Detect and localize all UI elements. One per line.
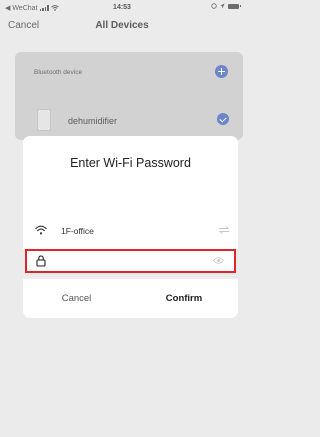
status-right (211, 3, 241, 9)
dialog-footer: Cancel Confirm (23, 278, 238, 318)
wifi-network-row: 1F-office (35, 225, 230, 239)
eye-icon[interactable] (213, 256, 224, 265)
battery-icon (228, 3, 241, 9)
nav-bar: Cancel All Devices (0, 16, 244, 38)
status-time: 14:53 (113, 4, 131, 11)
wifi-icon (35, 225, 47, 235)
check-circle-icon[interactable] (217, 113, 229, 125)
alarm-icon (211, 3, 217, 9)
device-name[interactable]: dehumidifier (68, 116, 117, 126)
swap-network-icon[interactable] (218, 225, 230, 235)
cancel-button[interactable]: Cancel (23, 279, 130, 319)
password-field-highlight (25, 249, 236, 273)
lock-icon (36, 255, 46, 267)
password-input[interactable] (53, 253, 203, 269)
device-card: Bluetooth device dehumidifier (15, 52, 243, 140)
section-label: Bluetooth device (34, 69, 83, 76)
location-icon (220, 3, 225, 9)
status-bar: ◀ WeChat 14:53 (0, 0, 244, 16)
device-thumbnail (37, 109, 51, 131)
page-title: All Devices (95, 20, 149, 31)
dialog-title: Enter Wi-Fi Password (70, 156, 191, 170)
confirm-button[interactable]: Confirm (130, 279, 238, 319)
plus-circle-icon[interactable] (215, 65, 228, 78)
wifi-network-name: 1F-office (61, 226, 94, 236)
wifi-dialog: Enter Wi-Fi Password 1F-office (23, 136, 238, 249)
